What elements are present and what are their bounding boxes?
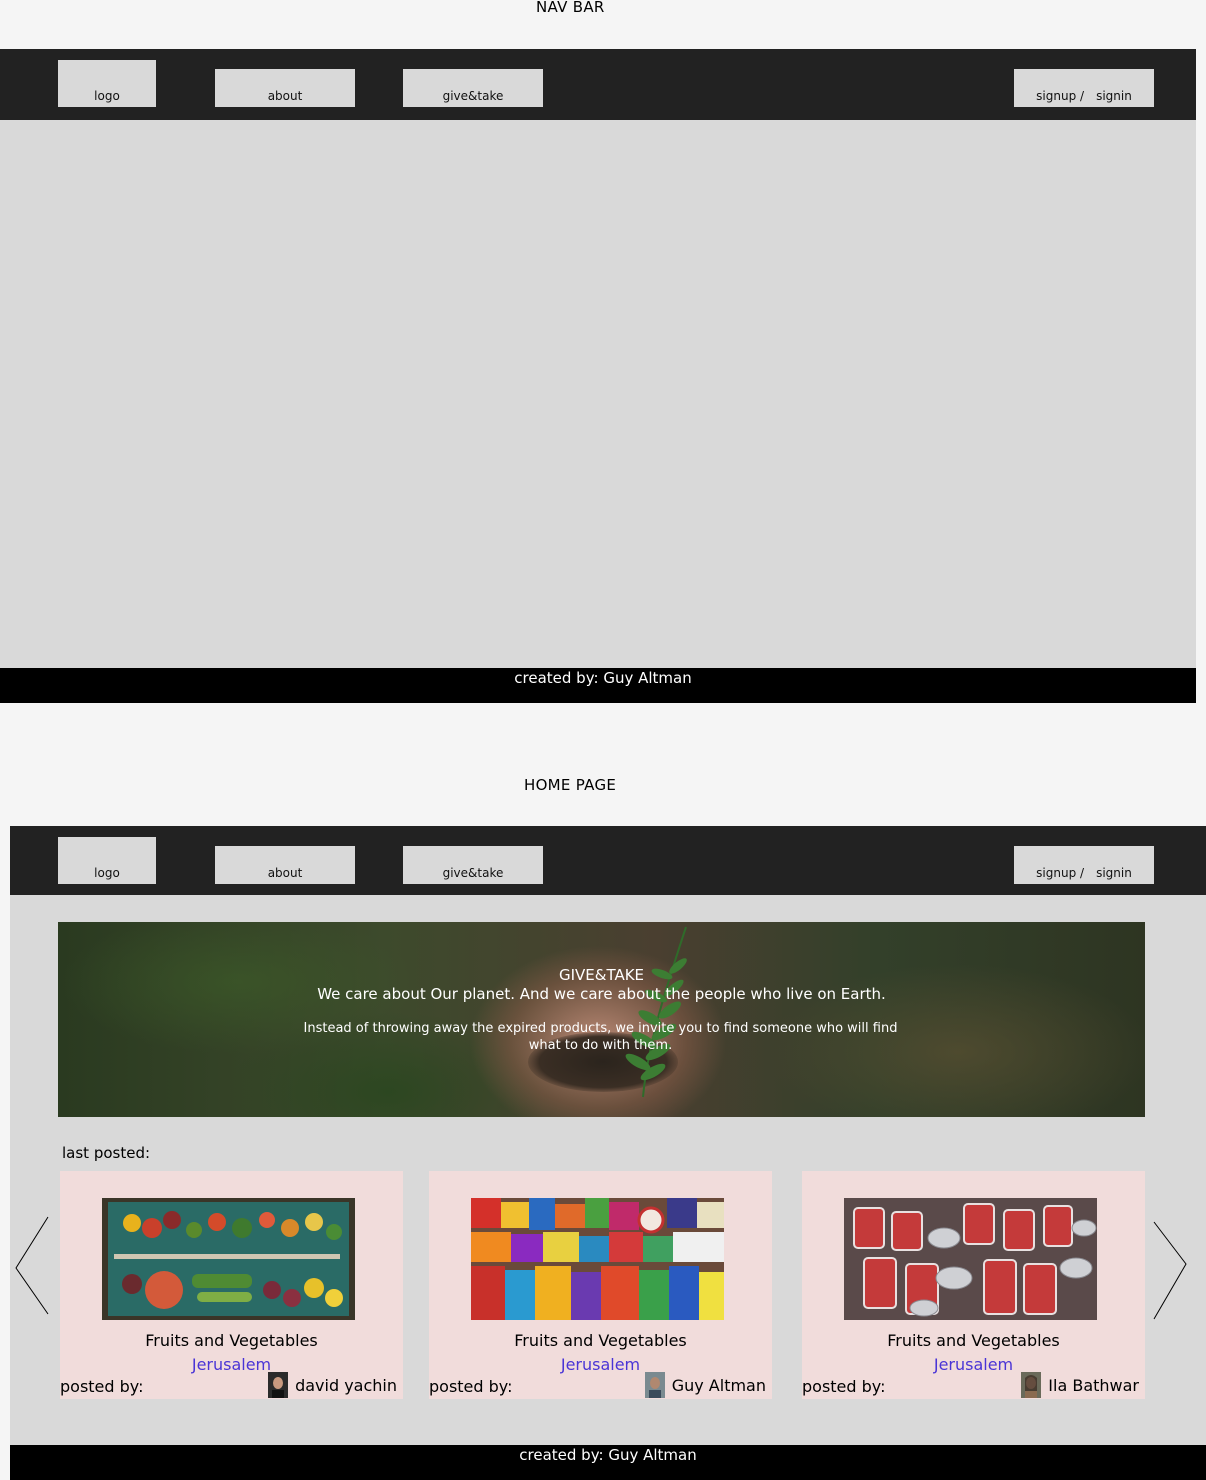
- card-author[interactable]: Ila Bathwar: [1021, 1372, 1139, 1398]
- avatar: [268, 1372, 289, 1398]
- footer-home: created by: Guy Altman: [10, 1445, 1206, 1480]
- nav-logo-label: logo: [94, 89, 120, 103]
- carousel-prev-arrow-icon[interactable]: [14, 1216, 50, 1316]
- card-photo-canned-food: [844, 1198, 1097, 1320]
- fern-leaf-icon: [625, 926, 687, 1098]
- card-photo-groceries: [471, 1198, 724, 1320]
- nav-about-button[interactable]: about: [215, 846, 355, 884]
- post-card[interactable]: Fruits and Vegetables Jerusalem posted b…: [60, 1171, 403, 1399]
- content-area-frame1: [0, 120, 1196, 668]
- card-posted-by-label: posted by:: [802, 1377, 886, 1396]
- card-author-name: Guy Altman: [671, 1375, 766, 1395]
- nav-give-take-label: give&take: [442, 89, 504, 103]
- footer-frame1: created by: Guy Altman: [0, 668, 1196, 703]
- nav-auth-button[interactable]: signup / signin: [1014, 846, 1154, 884]
- card-posted-by-label: posted by:: [429, 1377, 513, 1396]
- avatar: [1021, 1372, 1042, 1398]
- frame-label-nav-bar: NAV BAR: [536, 0, 605, 16]
- nav-signup-link[interactable]: signup /: [1036, 89, 1084, 103]
- last-posted-heading: last posted:: [62, 1144, 151, 1162]
- navbar-home: logo about give&take signup / signin: [10, 826, 1206, 895]
- card-category: Fruits and Vegetables: [145, 1331, 318, 1350]
- footer-credit: created by: Guy Altman: [514, 669, 692, 687]
- card-author-name: david yachin: [295, 1375, 397, 1395]
- nav-about-label: about: [267, 89, 303, 103]
- nav-about-label: about: [267, 866, 303, 880]
- frame-label-home-page: HOME PAGE: [524, 776, 617, 794]
- carousel-next-arrow-icon[interactable]: [1152, 1221, 1188, 1321]
- nav-signin-link[interactable]: signin: [1096, 866, 1132, 880]
- nav-about-button[interactable]: about: [215, 69, 355, 107]
- nav-logo-label: logo: [94, 866, 120, 880]
- avatar: [644, 1372, 665, 1398]
- nav-signup-link[interactable]: signup /: [1036, 866, 1084, 880]
- hero-title: GIVE&TAKE: [558, 966, 645, 984]
- hero-tagline: We care about Our planet. And we care ab…: [317, 985, 886, 1003]
- nav-logo[interactable]: logo: [58, 837, 156, 884]
- card-posted-by-label: posted by:: [60, 1377, 144, 1396]
- card-author[interactable]: david yachin: [268, 1372, 397, 1398]
- nav-give-take-button[interactable]: give&take: [403, 69, 543, 107]
- nav-give-take-label: give&take: [442, 866, 504, 880]
- hero-banner: GIVE&TAKE We care about Our planet. And …: [58, 922, 1145, 1117]
- card-photo-produce: [102, 1198, 355, 1320]
- hero-body-text: Instead of throwing away the expired pro…: [303, 1021, 898, 1053]
- card-category: Fruits and Vegetables: [514, 1331, 687, 1350]
- navbar-frame1: logo about give&take signup / signin: [0, 49, 1196, 120]
- nav-logo[interactable]: logo: [58, 60, 156, 107]
- card-category: Fruits and Vegetables: [887, 1331, 1060, 1350]
- card-author[interactable]: Guy Altman: [644, 1372, 766, 1398]
- card-author-name: Ila Bathwar: [1048, 1375, 1139, 1395]
- nav-auth-button[interactable]: signup / signin: [1014, 69, 1154, 107]
- footer-credit: created by: Guy Altman: [519, 1446, 697, 1464]
- post-card[interactable]: Fruits and Vegetables Jerusalem posted b…: [429, 1171, 772, 1399]
- post-card[interactable]: Fruits and Vegetables Jerusalem posted b…: [802, 1171, 1145, 1399]
- nav-signin-link[interactable]: signin: [1096, 89, 1132, 103]
- nav-give-take-button[interactable]: give&take: [403, 846, 543, 884]
